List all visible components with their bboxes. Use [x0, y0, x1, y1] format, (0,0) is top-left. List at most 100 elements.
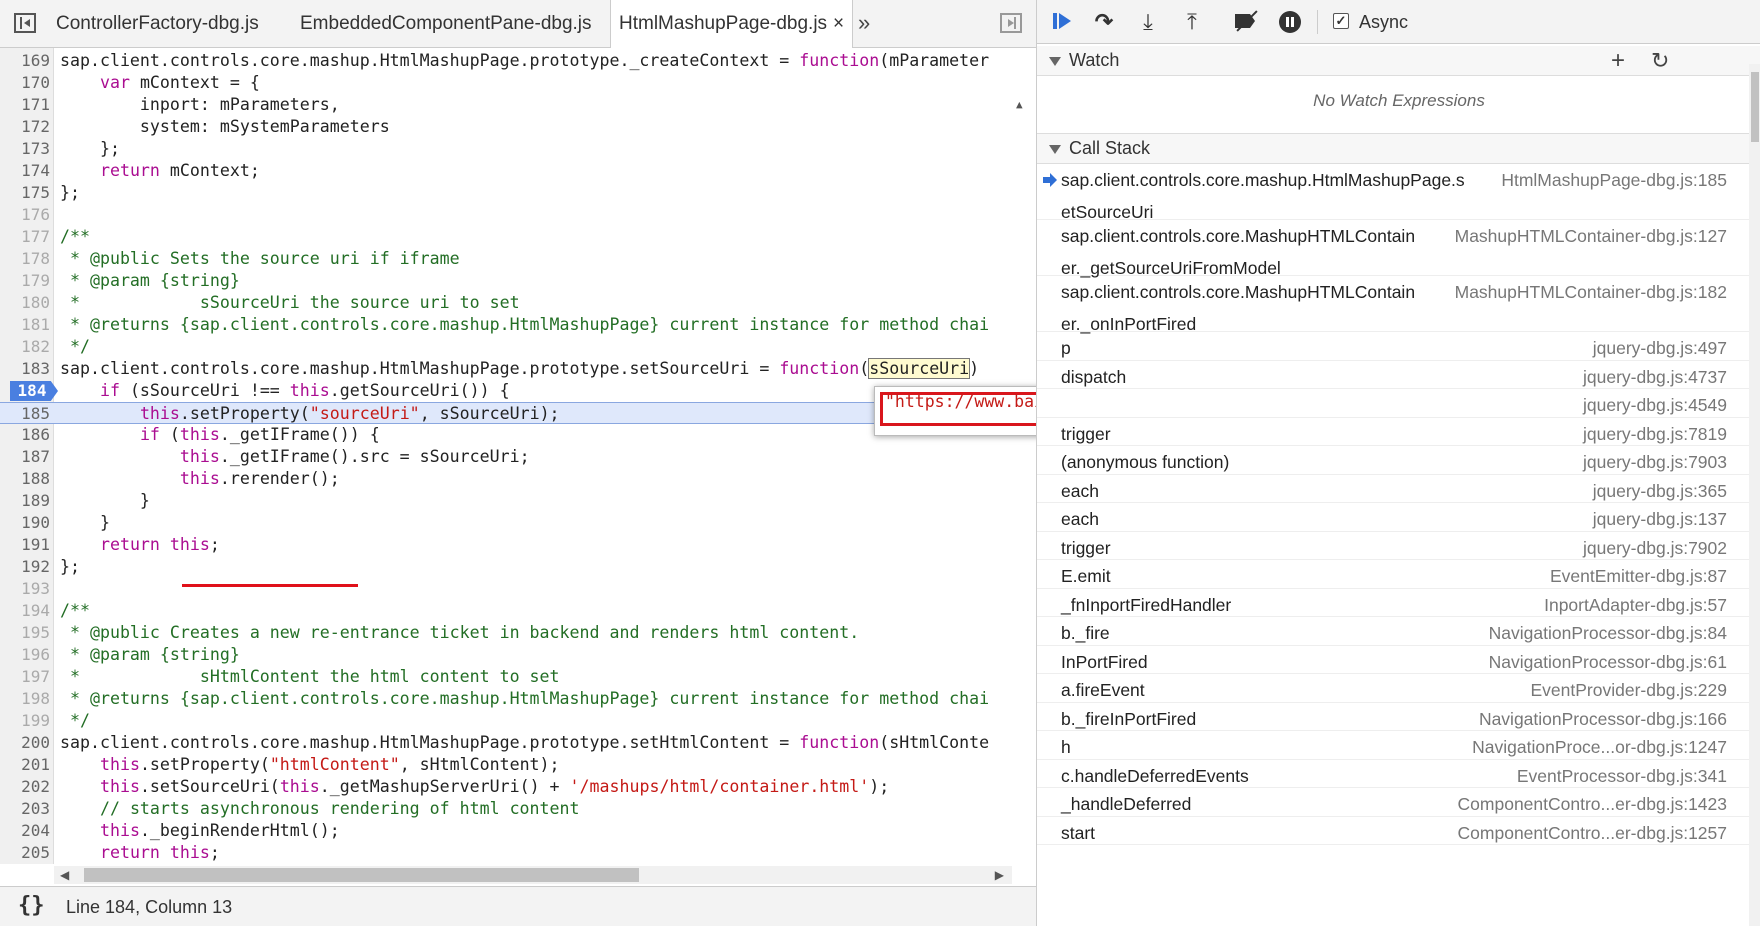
call-stack-frame[interactable]: E.emit EventEmitter-dbg.js:87: [1037, 560, 1751, 589]
line-number[interactable]: 179: [0, 270, 50, 292]
line-number[interactable]: 202: [0, 776, 50, 798]
horizontal-scroll-thumb[interactable]: [84, 868, 639, 882]
code-line[interactable]: 194 /**: [0, 600, 1036, 622]
pretty-print-icon[interactable]: {}: [18, 893, 45, 918]
async-checkbox[interactable]: ✓: [1333, 13, 1349, 29]
vertical-scrollbar[interactable]: [1749, 64, 1760, 926]
resume-icon[interactable]: [1051, 10, 1077, 34]
code-line[interactable]: 193: [0, 578, 1036, 600]
more-tabs-icon[interactable]: »: [858, 10, 870, 36]
line-number[interactable]: 173: [0, 138, 50, 160]
line-number[interactable]: 169: [0, 50, 50, 72]
call-stack-frame[interactable]: _handleDeferred ComponentContro...er-dbg.…: [1037, 788, 1751, 817]
hovered-token[interactable]: sSourceUri: [868, 358, 971, 379]
code-line[interactable]: 179 * @param {string}: [0, 270, 1036, 292]
code-line[interactable]: 188 this.rerender();: [0, 468, 1036, 490]
collapse-triangle-icon[interactable]: [1049, 145, 1061, 154]
code-line[interactable]: 182 */: [0, 336, 1036, 358]
line-number[interactable]: 180: [0, 292, 50, 314]
frame-location[interactable]: NavigationProce...or-dbg.js:1247: [1472, 737, 1727, 758]
call-stack-frame[interactable]: InPortFired NavigationProcessor-dbg.js:61: [1037, 646, 1751, 674]
line-number[interactable]: 203: [0, 798, 50, 820]
call-stack-frame[interactable]: b._fireInPortFired NavigationProcessor-db…: [1037, 703, 1751, 731]
code-line[interactable]: 169 sap.client.controls.core.mashup.HtmlM…: [0, 50, 1036, 72]
line-number[interactable]: 176: [0, 204, 50, 226]
code-line[interactable]: 181 * @returns {sap.client.controls.core…: [0, 314, 1036, 336]
code-line[interactable]: 189 }: [0, 490, 1036, 512]
frame-location[interactable]: jquery-dbg.js:4549: [1583, 395, 1727, 416]
close-icon[interactable]: ×: [833, 13, 844, 34]
code-line[interactable]: 199 */: [0, 710, 1036, 732]
vertical-scroll-thumb[interactable]: [1751, 72, 1759, 142]
code-line[interactable]: 198 * @returns {sap.client.controls.core…: [0, 688, 1036, 710]
line-number[interactable]: 171: [0, 94, 50, 116]
call-stack-section-header[interactable]: Call Stack: [1037, 134, 1760, 164]
frame-location[interactable]: EventEmitter-dbg.js:87: [1550, 566, 1727, 587]
line-number[interactable]: 178: [0, 248, 50, 270]
frame-location[interactable]: jquery-dbg.js:7903: [1583, 452, 1727, 473]
code-line[interactable]: 175};: [0, 182, 1036, 204]
frame-location[interactable]: NavigationProcessor-dbg.js:166: [1479, 709, 1727, 730]
call-stack-frame[interactable]: _fnInportFiredHandler InportAdapter-dbg.j…: [1037, 589, 1751, 617]
code-line[interactable]: 203 // starts asynchronous rendering of …: [0, 798, 1036, 820]
collapse-triangle-icon[interactable]: [1049, 57, 1061, 66]
call-stack-frame[interactable]: trigger jquery-dbg.js:7902: [1037, 532, 1751, 560]
call-stack-frame[interactable]: dispatch jquery-dbg.js:4737: [1037, 361, 1751, 389]
toggle-debugger-icon[interactable]: [1000, 13, 1022, 33]
horizontal-scrollbar[interactable]: ◀ ▶: [54, 866, 1012, 884]
code-line[interactable]: 172 system: mSystemParameters: [0, 116, 1036, 138]
tab-controller-factory[interactable]: ControllerFactory-dbg.js: [56, 0, 259, 48]
code-line[interactable]: 173 };: [0, 138, 1036, 160]
scroll-right-arrow-icon[interactable]: ▶: [995, 866, 1004, 884]
code-line[interactable]: 192};: [0, 556, 1036, 578]
step-over-icon[interactable]: ↷: [1091, 10, 1117, 34]
call-stack-frame[interactable]: sap.client.controls.core.MashupHTMLConta…: [1037, 276, 1751, 334]
code-editor[interactable]: 169 sap.client.controls.core.mashup.HtmlM…: [0, 48, 1036, 864]
line-number[interactable]: 190: [0, 512, 50, 534]
tab-embedded-component-pane[interactable]: EmbeddedComponentPane-dbg.js: [300, 0, 592, 48]
call-stack-frame[interactable]: c.handleDeferredEvents EventProcessor-dbg…: [1037, 760, 1751, 788]
code-line[interactable]: 204 this._beginRenderHtml();: [0, 820, 1036, 842]
line-number[interactable]: 198: [0, 688, 50, 710]
call-stack-frame[interactable]: b._fire NavigationProcessor-dbg.js:84: [1037, 617, 1751, 646]
line-number[interactable]: 183: [0, 358, 50, 380]
code-line[interactable]: 180 * sSourceUri the source uri to set: [0, 292, 1036, 314]
frame-location[interactable]: NavigationProcessor-dbg.js:61: [1489, 652, 1727, 673]
tab-html-mashup-page[interactable]: HtmlMashupPage-dbg.js ×: [610, 0, 854, 48]
code-line[interactable]: 195 * @public Creates a new re-entrance …: [0, 622, 1036, 644]
line-number[interactable]: 195: [0, 622, 50, 644]
line-number[interactable]: 177: [0, 226, 50, 248]
line-number[interactable]: 188: [0, 468, 50, 490]
line-number[interactable]: 192: [0, 556, 50, 578]
code-line[interactable]: 196 * @param {string}: [0, 644, 1036, 666]
line-number[interactable]: 205: [0, 842, 50, 864]
frame-location[interactable]: jquery-dbg.js:365: [1593, 481, 1727, 502]
line-number[interactable]: 197: [0, 666, 50, 688]
code-line[interactable]: 201 this.setProperty("htmlContent", sHtm…: [0, 754, 1036, 776]
call-stack-frame[interactable]: each jquery-dbg.js:365: [1037, 475, 1751, 503]
code-line[interactable]: 177 /**: [0, 226, 1036, 248]
line-number[interactable]: 175: [0, 182, 50, 204]
breakpoint-line-number[interactable]: 184: [12, 380, 52, 402]
code-line[interactable]: 187 this._getIFrame().src = sSourceUri;: [0, 446, 1036, 468]
frame-location[interactable]: jquery-dbg.js:497: [1593, 338, 1727, 359]
refresh-icon[interactable]: ↻: [1651, 46, 1669, 76]
add-icon[interactable]: +: [1611, 46, 1625, 76]
line-number[interactable]: 174: [0, 160, 50, 182]
line-number[interactable]: 189: [0, 490, 50, 512]
frame-location[interactable]: MashupHTMLContainer-dbg.js:127: [1455, 226, 1727, 247]
line-number[interactable]: 194: [0, 600, 50, 622]
frame-location[interactable]: ComponentContro...er-dbg.js:1423: [1458, 794, 1727, 815]
call-stack-frame[interactable]: start ComponentContro...er-dbg.js:1257: [1037, 817, 1751, 845]
deactivate-breakpoints-icon[interactable]: [1233, 10, 1259, 34]
code-line[interactable]: 190 }: [0, 512, 1036, 534]
frame-location[interactable]: EventProcessor-dbg.js:341: [1517, 766, 1727, 787]
code-line[interactable]: 191 return this;: [0, 534, 1036, 556]
frame-location[interactable]: jquery-dbg.js:7819: [1583, 424, 1727, 445]
line-number[interactable]: 200: [0, 732, 50, 754]
line-number[interactable]: 204: [0, 820, 50, 842]
line-number[interactable]: 182: [0, 336, 50, 358]
line-number[interactable]: 186: [0, 424, 50, 446]
toggle-navigator-icon[interactable]: [14, 13, 36, 33]
code-line[interactable]: 200 sap.client.controls.core.mashup.HtmlM…: [0, 732, 1036, 754]
